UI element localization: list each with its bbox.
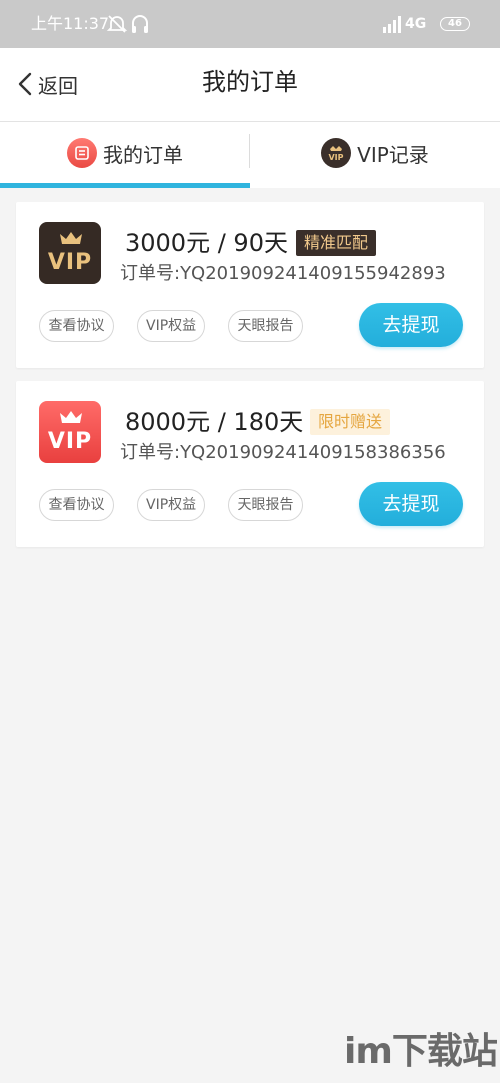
status-time: 上午11:37 — [31, 14, 110, 33]
signal-icon — [383, 16, 401, 33]
network-type: 4G — [405, 16, 427, 32]
order-card: VIP 8000元 / 180天 限时赠送 订单号:YQ201909241409… — [16, 381, 484, 547]
tab-bar: 我的订单 VIP VIP记录 — [0, 122, 500, 188]
order-price: 3000元 / 90天 — [125, 229, 288, 257]
vip-logo: VIP — [39, 401, 101, 463]
active-tab-indicator — [0, 183, 250, 188]
view-agreement-button[interactable]: 查看协议 — [39, 310, 114, 342]
order-price: 8000元 / 180天 — [125, 408, 304, 436]
navigation-bar: 返回 我的订单 — [0, 48, 500, 122]
tab-label: VIP记录 — [357, 142, 429, 167]
credit-report-button[interactable]: 天眼报告 — [228, 489, 303, 521]
do-not-disturb-icon — [106, 15, 128, 33]
order-list-icon — [67, 138, 97, 168]
crown-icon — [60, 232, 82, 244]
order-tag: 限时赠送 — [310, 409, 391, 435]
page-title: 我的订单 — [202, 68, 298, 96]
watermark: im下载站 — [344, 1010, 500, 1083]
vip-badge-icon: VIP — [321, 138, 352, 168]
order-tag: 精准匹配 — [296, 230, 377, 256]
crown-icon — [60, 411, 82, 423]
vip-logo: VIP — [39, 222, 101, 284]
tab-vip-records[interactable]: VIP VIP记录 — [250, 122, 500, 184]
vip-benefits-button[interactable]: VIP权益 — [137, 489, 205, 521]
vip-badge-text: VIP — [329, 153, 344, 162]
vip-logo-text: VIP — [47, 429, 93, 454]
watermark-text: im下载站 — [344, 1031, 498, 1072]
withdraw-button[interactable]: 去提现 — [359, 303, 463, 347]
order-card: VIP 3000元 / 90天 精准匹配 订单号:YQ2019092414091… — [16, 202, 484, 368]
vip-benefits-button[interactable]: VIP权益 — [137, 310, 205, 342]
headset-icon — [132, 15, 148, 33]
status-bar: 上午11:37 4G 46 — [0, 0, 500, 48]
order-number: 订单号:YQ201909241409158386356 — [120, 442, 446, 463]
order-number: 订单号:YQ201909241409155942893 — [120, 263, 446, 284]
withdraw-button[interactable]: 去提现 — [359, 482, 463, 526]
credit-report-button[interactable]: 天眼报告 — [228, 310, 303, 342]
vip-logo-text: VIP — [47, 250, 93, 275]
view-agreement-button[interactable]: 查看协议 — [39, 489, 114, 521]
tab-my-orders[interactable]: 我的订单 — [0, 122, 250, 184]
tab-label: 我的订单 — [103, 142, 183, 167]
battery-icon: 46 — [440, 17, 470, 31]
